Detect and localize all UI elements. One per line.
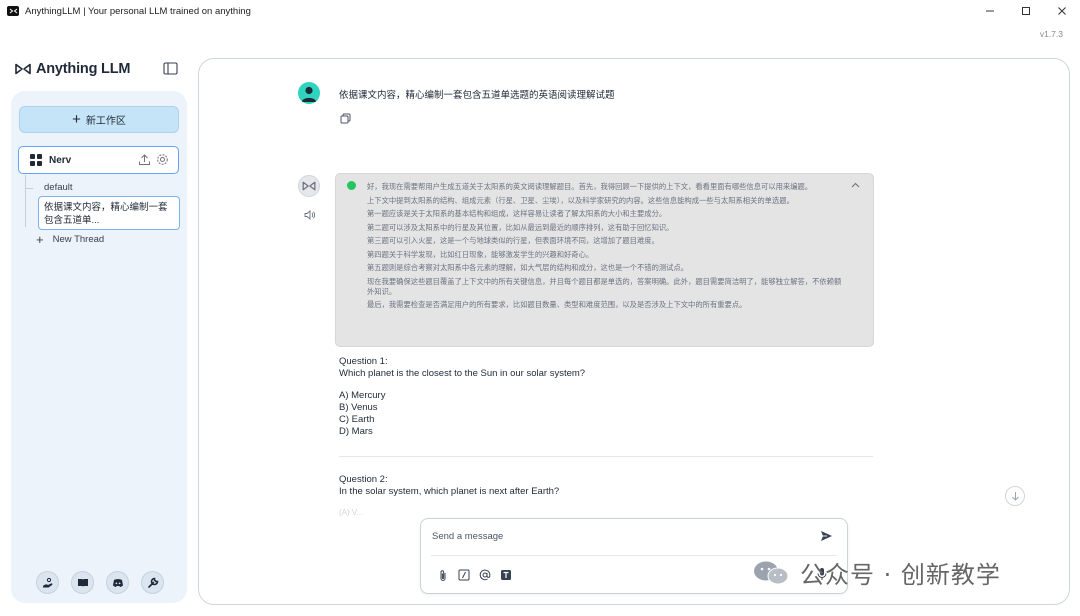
watermark-text: 公众号 · 创新教学	[800, 561, 1001, 589]
collapse-chevron-icon[interactable]	[851, 180, 860, 190]
thread-item-active[interactable]: 依据课文内容，精心编制一套包含五道单...	[38, 196, 180, 230]
thread-tree-branch	[25, 188, 33, 189]
slash-command-icon[interactable]	[457, 568, 471, 582]
composer-toolbar	[436, 568, 513, 582]
question-2: Question 2: In the solar system, which p…	[339, 474, 559, 498]
new-thread-label: New Thread	[52, 234, 105, 245]
text-size-icon[interactable]	[499, 568, 513, 582]
thought-process-panel: 好，我现在需要帮用户生成五道关于太阳系的英文阅读理解题目。首先，我得回顾一下提供…	[335, 173, 874, 347]
thread-item-default[interactable]: default	[44, 182, 73, 193]
thought-paragraph: 第三题可以引入火星，这是一个与地球类似的行星，但表面环境不同，这增加了题目难度。	[367, 236, 659, 245]
scroll-to-bottom-button[interactable]	[1005, 486, 1025, 506]
user-message: 依据课文内容，精心编制一套包含五道单选题的英语阅读理解试题	[339, 90, 615, 101]
plus-icon: +	[36, 232, 44, 247]
thread-tree-line	[25, 175, 26, 227]
message-input[interactable]	[432, 528, 812, 544]
faded-partial-text: (A) V...	[339, 508, 364, 517]
app-logo-icon	[7, 6, 19, 16]
wechat-logo-icon	[754, 561, 789, 584]
thought-paragraph: 上下文中提到太阳系的结构、组成元素（行星、卫星、尘埃），以及科学家研究的内容。这…	[367, 195, 794, 205]
upload-icon[interactable]	[138, 153, 151, 171]
question-text: Which planet is the closest to the Sun i…	[339, 368, 586, 379]
new-thread-button[interactable]: + New Thread	[36, 233, 104, 246]
question-text: In the solar system, which planet is nex…	[339, 486, 560, 497]
answer-option: B) Venus	[339, 402, 378, 413]
thought-paragraph: 第五题则是综合考察对太阳系中各元素的理解，如大气层的结构和成分，这也是一个不错的…	[367, 263, 689, 272]
divider	[339, 456, 873, 457]
answer-option: A) Mercury	[339, 390, 386, 401]
settings-wrench-icon[interactable]	[141, 571, 164, 594]
anythingllm-logo-icon	[15, 63, 31, 75]
brand-name: Anything LLM	[36, 61, 131, 77]
workspace-name: Nerv	[49, 154, 72, 166]
arrow-down-icon	[1011, 492, 1019, 501]
question-label: Question 1:	[339, 356, 388, 367]
chat-panel: 依据课文内容，精心编制一套包含五道单选题的英语阅读理解试题 好，我现在需要帮用户…	[198, 58, 1070, 605]
new-workspace-label: 新工作区	[85, 116, 126, 127]
question-label: Question 2:	[339, 474, 388, 485]
sidebar-footer	[36, 571, 164, 594]
watermark: 公众号 · 创新教学	[752, 555, 1001, 590]
attachment-icon[interactable]	[436, 568, 450, 582]
user-avatar	[298, 82, 320, 104]
close-button[interactable]	[1044, 0, 1080, 22]
window-controls	[972, 0, 1080, 22]
thought-paragraph: 第四题关于科学发现，比如红日现象，能够激发学生的兴趣和好奇心。	[367, 249, 594, 259]
thinking-status-icon	[347, 181, 356, 190]
brand-logo: Anything LLM	[15, 61, 130, 77]
answer-option: C) Earth	[339, 414, 375, 425]
speaker-icon[interactable]	[304, 207, 316, 225]
anythingllm-logo-icon	[302, 181, 316, 191]
discord-icon[interactable]	[106, 571, 129, 594]
workspace-item-nerv[interactable]: Nerv	[18, 146, 179, 174]
minimize-button[interactable]	[972, 0, 1008, 22]
copy-icon[interactable]	[340, 111, 351, 129]
workspace-grid-icon	[30, 154, 42, 166]
thought-paragraph: 最后，我需要检查是否满足用户的所有要求，比如题目数量、类型和难度范围，以及是否涉…	[367, 300, 747, 309]
thought-paragraph: 第一题应该是关于太阳系的基本结构和组成，这样容易让读者了解太阳系的大小和主要成分…	[367, 209, 667, 218]
sidebar-toggle-button[interactable]	[163, 62, 178, 75]
send-icon	[821, 531, 832, 541]
answer-option: D) Mars	[339, 426, 373, 437]
docs-book-icon[interactable]	[71, 571, 94, 594]
community-hub-icon[interactable]	[36, 571, 59, 594]
window-title: AnythingLLM | Your personal LLM trained …	[25, 5, 251, 17]
thought-paragraph: 现在我要确保这些题目覆盖了上下文中的所有关键信息，并且每个题目都是单选的，答案明…	[367, 276, 842, 296]
gear-icon[interactable]	[156, 153, 169, 171]
mention-agent-icon[interactable]	[478, 568, 492, 582]
maximize-button[interactable]	[1008, 0, 1044, 22]
thought-text: 好，我现在需要帮用户生成五道关于太阳系的英文阅读理解题目。首先，我得回顾一下提供…	[367, 182, 844, 314]
new-workspace-button[interactable]: + 新工作区	[19, 106, 179, 133]
send-button[interactable]	[820, 529, 833, 547]
window-titlebar: AnythingLLM | Your personal LLM trained …	[0, 0, 1080, 22]
version-label: v1.7.3	[1039, 29, 1063, 39]
assistant-avatar	[298, 175, 320, 197]
thought-paragraph: 好，我现在需要帮用户生成五道关于太阳系的英文阅读理解题目。首先，我得回顾一下提供…	[367, 182, 813, 191]
question-1: Question 1: Which planet is the closest …	[339, 356, 585, 438]
sidebar-toggle-icon	[163, 62, 178, 75]
thought-paragraph: 第二题可以涉及太阳系中的行星及其位置，比如从最远到最近的顺序排列，这有助于回忆知…	[367, 222, 674, 232]
plus-icon: +	[72, 111, 81, 128]
